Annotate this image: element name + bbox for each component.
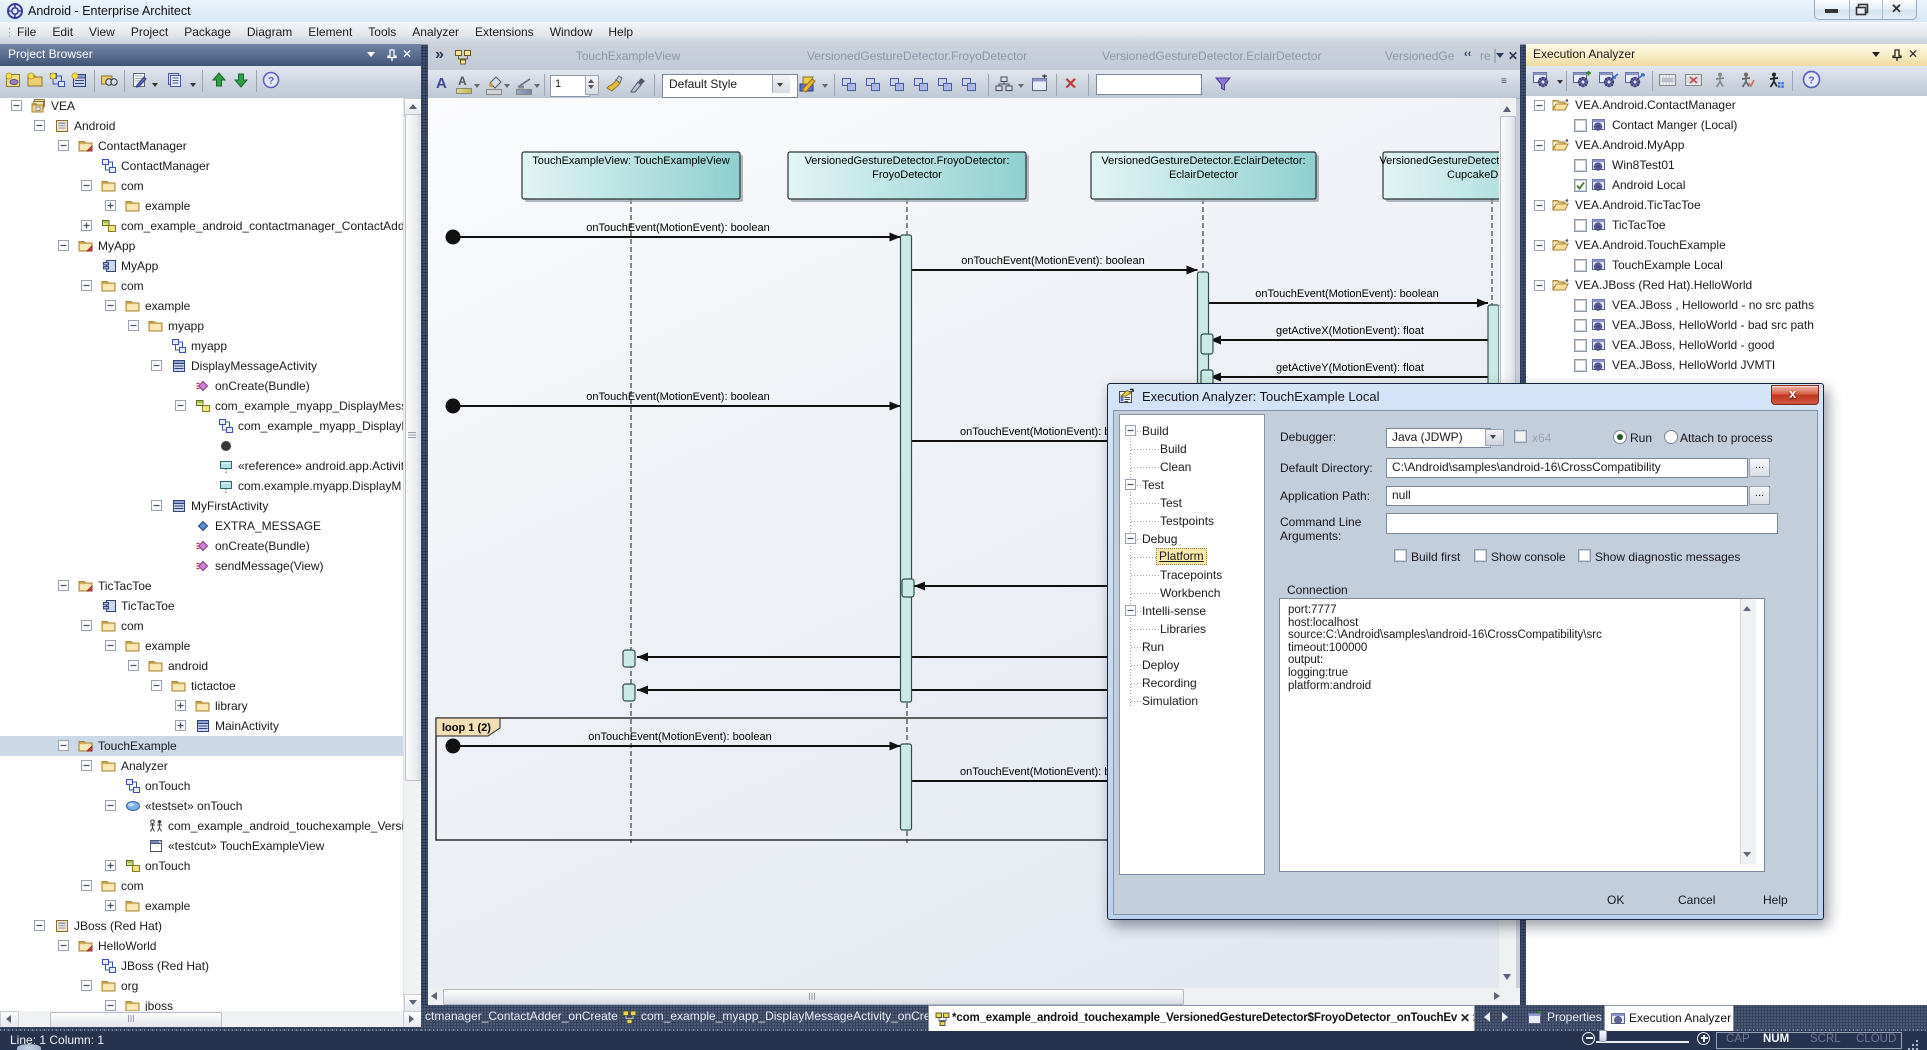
svg-text:VersionedGestureDetector.Froyo: VersionedGestureDetector.FroyoDetector: [805,155,1010,167]
svg-text:onTouchEvent(MotionEvent): b: onTouchEvent(MotionEvent): b [960,426,1110,438]
svg-text:onTouchEvent(MotionEvent): boo: onTouchEvent(MotionEvent): boolean [586,391,769,403]
svg-text:onTouchEvent(MotionEvent): b: onTouchEvent(MotionEvent): b [960,766,1110,778]
svg-text:?: ? [1808,75,1814,87]
svg-text:getActiveX(MotionEvent): float: getActiveX(MotionEvent): float [1276,325,1424,337]
svg-text:TouchExampleView: TouchExample: TouchExampleView: TouchExampleView [532,155,730,167]
svg-text:onTouchEvent(MotionEvent): boo: onTouchEvent(MotionEvent): boolean [588,731,771,743]
svg-text:onTouchEvent(MotionEvent): boo: onTouchEvent(MotionEvent): boolean [1255,288,1438,300]
svg-text:?: ? [268,76,274,87]
svg-text:FroyoDetector: FroyoDetector [872,169,942,181]
svg-text:loop 1 (2): loop 1 (2) [442,722,491,734]
svg-text:onTouchEvent(MotionEvent): boo: onTouchEvent(MotionEvent): boolean [586,222,769,234]
svg-text:VersionedGestureDetector.Eclai: VersionedGestureDetector.EclairDetector: [1101,155,1305,167]
svg-text:onTouchEvent(MotionEvent): boo: onTouchEvent(MotionEvent): boolean [961,255,1144,267]
svg-text:EclairDetector: EclairDetector [1169,169,1238,181]
svg-text:getActiveY(MotionEvent): float: getActiveY(MotionEvent): float [1276,362,1424,374]
svg-text:CupcakeDetector: CupcakeDetector [1447,169,1499,181]
svg-text:VersionedGestureDetector.Cupca: VersionedGestureDetector.CupcakeDetector… [1379,155,1499,167]
